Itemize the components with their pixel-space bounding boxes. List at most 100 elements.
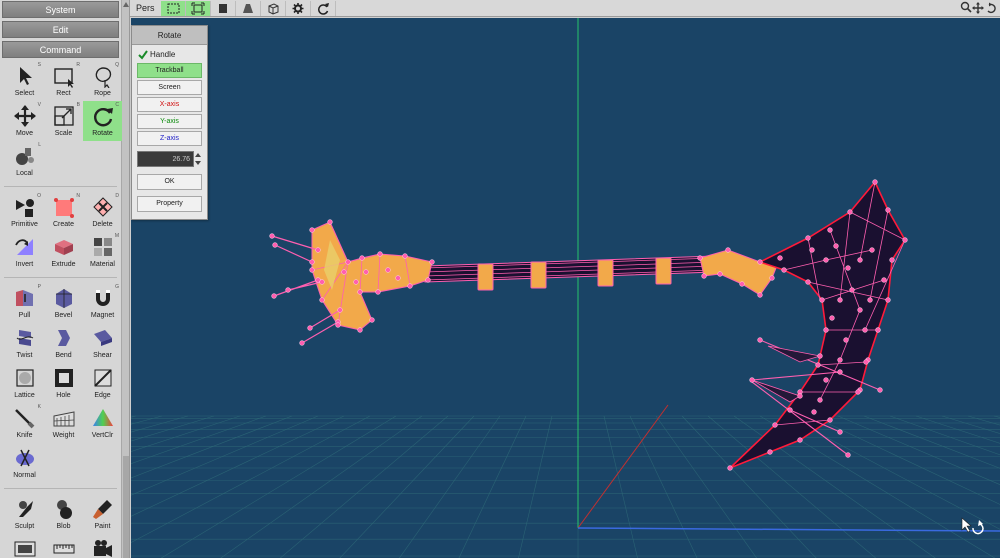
angle-field[interactable]: 26.76 bbox=[137, 150, 202, 168]
mesh-vertex bbox=[837, 429, 843, 435]
mode-y-axis-button[interactable]: Y-axis bbox=[137, 114, 202, 129]
scroll-up-arrow-icon[interactable] bbox=[123, 2, 129, 7]
blade-mesh bbox=[729, 180, 906, 469]
bevel-icon bbox=[52, 286, 76, 310]
tool-edge[interactable]: Edge bbox=[83, 363, 122, 403]
system-header[interactable]: System bbox=[2, 1, 119, 18]
mode-screen-button[interactable]: Screen bbox=[137, 80, 202, 95]
mesh-vertex bbox=[837, 357, 843, 363]
tool-invert[interactable]: Invert bbox=[5, 232, 44, 272]
twist-icon bbox=[13, 326, 37, 350]
mesh-vertex bbox=[817, 397, 823, 403]
ok-button[interactable]: OK bbox=[137, 174, 202, 190]
tool-move[interactable]: Move V bbox=[5, 101, 44, 141]
handle-checkbox[interactable]: Handle bbox=[138, 48, 207, 61]
solid-cube-button[interactable] bbox=[211, 0, 236, 16]
tool-shortcut: K bbox=[37, 404, 41, 410]
tool-primitive[interactable]: Primitive O bbox=[5, 192, 44, 232]
mesh-vertex bbox=[727, 465, 733, 471]
mesh-vertex bbox=[353, 279, 359, 285]
mesh-vertex bbox=[385, 267, 391, 273]
rotate-mode-buttons: Trackball Screen X-axis Y-axis Z-axis bbox=[132, 63, 207, 146]
tool-label: Rect bbox=[56, 90, 71, 97]
angle-spinner[interactable] bbox=[194, 151, 202, 167]
select-rect-icon bbox=[167, 3, 180, 13]
mesh-vertex bbox=[757, 259, 763, 265]
scythe-model[interactable] bbox=[269, 179, 908, 471]
tool-vertclr[interactable]: VertClr bbox=[83, 403, 122, 443]
tool-group-separator bbox=[4, 181, 117, 187]
tool-material[interactable]: Material M bbox=[83, 232, 122, 272]
tool-shear[interactable]: Shear bbox=[83, 323, 122, 363]
knife-icon bbox=[13, 406, 37, 430]
3d-viewport[interactable] bbox=[131, 18, 1000, 558]
mesh-vertex bbox=[875, 327, 881, 333]
mesh-vertex bbox=[862, 327, 868, 333]
tool-create[interactable]: Create N bbox=[44, 192, 83, 232]
property-button[interactable]: Property bbox=[137, 196, 202, 212]
tool-blob[interactable]: Blob bbox=[44, 494, 83, 534]
tool-knife[interactable]: Knife K bbox=[5, 403, 44, 443]
perspective-icon bbox=[242, 3, 253, 13]
tool-rect[interactable]: Rect R bbox=[44, 61, 83, 101]
tool-weight[interactable]: Weight bbox=[44, 403, 83, 443]
fit-view-button[interactable] bbox=[185, 0, 211, 16]
tool-paint[interactable]: Paint bbox=[83, 494, 122, 534]
tool-bend[interactable]: Bend bbox=[44, 323, 83, 363]
tool-group: Select S Rect R Rope Q Move V Scale B Rotate C Local… bbox=[5, 61, 122, 181]
navigation-icons[interactable] bbox=[960, 1, 996, 15]
tool-twist[interactable]: Twist bbox=[5, 323, 44, 363]
mesh-vertex bbox=[717, 271, 723, 277]
tool-pull[interactable]: Pull P bbox=[5, 283, 44, 323]
mesh-vertex bbox=[827, 417, 833, 423]
tool-delete[interactable]: Delete D bbox=[83, 192, 122, 232]
tool-hole[interactable]: Hole bbox=[44, 363, 83, 403]
tool-measure[interactable]: Measure bbox=[44, 534, 83, 558]
refresh-button[interactable] bbox=[311, 0, 336, 16]
tool-extrude[interactable]: Extrude bbox=[44, 232, 83, 272]
tool-rotate[interactable]: Rotate C bbox=[83, 101, 122, 141]
select-rect-button[interactable] bbox=[160, 0, 186, 16]
tool-bkmg[interactable]: Bkmg bbox=[5, 534, 44, 558]
gear-button[interactable] bbox=[286, 0, 311, 16]
shear-icon bbox=[91, 326, 115, 350]
edit-header[interactable]: Edit bbox=[2, 21, 119, 38]
tool-bevel[interactable]: Bevel bbox=[44, 283, 83, 323]
tool-lattice[interactable]: Lattice bbox=[5, 363, 44, 403]
tool-rope[interactable]: Rope Q bbox=[83, 61, 122, 101]
tool-sculpt[interactable]: Sculpt bbox=[5, 494, 44, 534]
spin-down-icon[interactable] bbox=[195, 161, 201, 165]
mesh-vertex bbox=[877, 387, 883, 393]
angle-input[interactable]: 26.76 bbox=[137, 151, 194, 167]
mode-z-axis-button[interactable]: Z-axis bbox=[137, 131, 202, 146]
tool-shortcut: D bbox=[115, 193, 119, 199]
tool-scale[interactable]: Scale B bbox=[44, 101, 83, 141]
mesh-vertex bbox=[819, 297, 825, 303]
mode-x-axis-button[interactable]: X-axis bbox=[137, 97, 202, 112]
mesh-vertex bbox=[337, 307, 343, 313]
mode-trackball-button[interactable]: Trackball bbox=[137, 63, 202, 78]
handle-label: Handle bbox=[150, 50, 176, 59]
tool-shortcut: N bbox=[76, 193, 80, 199]
spin-up-icon[interactable] bbox=[195, 153, 201, 157]
tool-select[interactable]: Select S bbox=[5, 61, 44, 101]
tool-magnet[interactable]: Magnet G bbox=[83, 283, 122, 323]
mesh-vertex bbox=[429, 259, 435, 265]
scrollbar-thumb[interactable] bbox=[123, 456, 129, 558]
mesh-vertex bbox=[285, 287, 291, 293]
wire-cube-button[interactable] bbox=[261, 0, 286, 16]
tool-local[interactable]: Local L bbox=[5, 141, 44, 181]
command-header[interactable]: Command bbox=[2, 41, 119, 58]
tool-label: Invert bbox=[15, 261, 34, 268]
paint-brush-icon bbox=[91, 497, 115, 521]
view-mode-label[interactable]: Pers bbox=[130, 3, 161, 13]
tool-view[interactable]: View bbox=[83, 534, 122, 558]
tool-shortcut: R bbox=[76, 62, 80, 68]
scene-canvas[interactable] bbox=[131, 18, 1000, 558]
perspective-button[interactable] bbox=[236, 0, 261, 16]
mesh-vertex bbox=[845, 265, 851, 271]
view-nav-icons bbox=[960, 1, 996, 15]
panel-scrollbar[interactable] bbox=[122, 0, 130, 558]
tool-normal[interactable]: Normal bbox=[5, 443, 44, 483]
tool-shortcut: O bbox=[37, 193, 41, 199]
